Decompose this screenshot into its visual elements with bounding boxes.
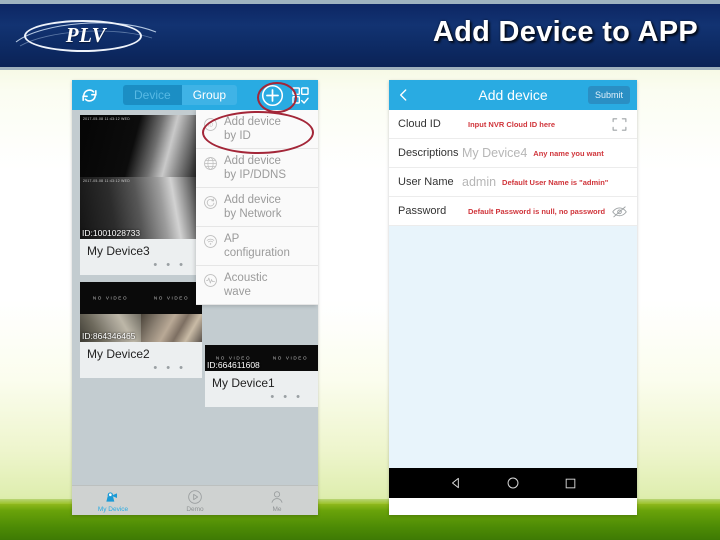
field-label: User Name (398, 176, 454, 188)
right-phone-screenshot: Add device Submit Cloud ID Input NVR Clo… (389, 80, 637, 515)
network-icon (204, 196, 217, 209)
slide-header: PLV Add Device to APP (0, 0, 720, 70)
camera-tile[interactable]: NO VIDEO (262, 345, 318, 371)
menu-item-add-by-network[interactable]: Add device by Network (196, 188, 318, 227)
camera-tile[interactable]: NO VIDEO (141, 282, 202, 314)
tab-label: My Device (97, 505, 129, 513)
form-row-descriptions[interactable]: Descriptions My Device4 Any name you wan… (389, 139, 637, 168)
field-label: Password (398, 205, 447, 217)
field-annotation: Input NVR Cloud ID here (468, 119, 556, 129)
field-label: Cloud ID (398, 118, 441, 130)
tab-me[interactable]: Me (236, 489, 318, 514)
device-card[interactable]: 2017-05-08 11:43:12 WED 2017-05-08 11:43… (80, 115, 202, 275)
menu-item-acoustic-wave[interactable]: Acoustic wave (196, 266, 318, 305)
device-id: ID:864346465 (82, 331, 136, 341)
menu-item-label: AP configuration (224, 233, 290, 259)
device-card[interactable]: NO VIDEO NO VIDEO ID:864346465 My Device… (80, 282, 202, 378)
device-id: ID:1001028733 (82, 228, 141, 238)
tab-group[interactable]: Group (181, 85, 238, 105)
form-row-user-name[interactable]: User Name admin Default User Name is "ad… (389, 168, 637, 197)
add-device-menu[interactable]: ID Add device by ID Add device by IP/DDN… (196, 110, 318, 305)
submit-button[interactable]: Submit (587, 86, 630, 104)
camera-tile[interactable]: ID:864346465 (80, 314, 141, 342)
tile-timestamp: 2017-05-08 11:43:12 WED (83, 117, 130, 121)
home-circle-icon[interactable] (506, 476, 520, 490)
camera-tile[interactable]: 2017-05-08 11:43:12 WED ID:1001028733 (80, 177, 202, 239)
wifi-icon (204, 235, 217, 248)
form-row-password[interactable]: Password Default Password is null, no pa… (389, 197, 637, 226)
menu-item-add-by-id[interactable]: ID Add device by ID (196, 110, 318, 149)
camera-tile[interactable]: NO VIDEO (80, 282, 141, 314)
device-more-button[interactable]: • • • (205, 390, 318, 407)
device-name: My Device3 (87, 244, 150, 258)
globe-icon (204, 157, 217, 170)
refresh-icon[interactable] (80, 86, 99, 105)
bottom-tab-bar: My Device Demo Me (72, 485, 318, 515)
field-annotation: Any name you want (533, 148, 604, 158)
device-thumbnails: 2017-05-08 11:43:12 WED 2017-05-08 11:43… (80, 115, 202, 239)
left-app-bar: Device Group (72, 80, 318, 110)
no-video-label: NO VIDEO (272, 355, 309, 361)
form-empty-area (389, 226, 637, 468)
menu-item-label: Acoustic wave (224, 272, 268, 298)
svg-text:ID: ID (208, 123, 213, 129)
qr-scan-icon[interactable] (291, 86, 310, 105)
device-list: 2017-05-08 11:43:12 WED 2017-05-08 11:43… (72, 110, 318, 485)
tab-label: Me (272, 505, 282, 513)
device-id: ID:664611608 (207, 360, 260, 370)
back-triangle-icon[interactable] (449, 476, 463, 490)
device-thumbnails: NO VIDEO NO VIDEO ID:864346465 (80, 282, 202, 342)
device-more-button[interactable]: • • • (80, 258, 202, 275)
android-nav-bar-right (389, 468, 637, 498)
right-app-bar: Add device Submit (389, 80, 637, 110)
camera-tile[interactable]: NO VIDEO ID:664611608 (205, 345, 262, 371)
camera-tile[interactable]: 2017-05-08 11:43:12 WED (80, 115, 202, 177)
field-annotation: Default Password is null, no password (468, 206, 606, 216)
plv-logo: PLV (14, 14, 160, 58)
slide-canvas: PLV Add Device to APP Device Group 2017-… (0, 0, 720, 540)
form-row-cloud-id[interactable]: Cloud ID Input NVR Cloud ID here (389, 110, 637, 139)
device-thumbnails: NO VIDEO ID:664611608 NO VIDEO (205, 345, 318, 371)
scan-frame-icon[interactable] (611, 116, 628, 133)
device-name: My Device1 (212, 376, 275, 390)
field-value[interactable]: My Device4 (462, 146, 527, 160)
field-label: Descriptions (398, 147, 459, 159)
tab-device[interactable]: Device (123, 85, 182, 105)
camera-tile[interactable] (141, 314, 202, 342)
device-card[interactable]: NO VIDEO ID:664611608 NO VIDEO My Device… (205, 345, 318, 407)
no-video-label: NO VIDEO (153, 295, 190, 301)
device-name: My Device2 (87, 347, 150, 361)
device-group-segmented-control[interactable]: Device Group (123, 85, 238, 105)
tab-my-device[interactable]: My Device (72, 489, 154, 514)
logo-text: PLV (65, 23, 107, 47)
menu-item-label: Add device by Network (224, 194, 282, 220)
field-annotation: Default User Name is "admin" (502, 177, 609, 187)
no-video-label: NO VIDEO (92, 295, 129, 301)
tab-label: Demo (186, 505, 204, 513)
menu-item-label: Add device by ID (224, 116, 281, 142)
plus-circle-icon[interactable] (261, 84, 284, 107)
field-value[interactable]: admin (462, 175, 496, 189)
menu-item-add-by-ip-ddns[interactable]: Add device by IP/DDNS (196, 149, 318, 188)
person-icon (271, 490, 283, 503)
sound-wave-icon (204, 274, 217, 287)
tile-timestamp: 2017-05-08 11:43:12 WED (83, 179, 130, 183)
left-phone-screenshot: Device Group 2017-05-08 11:43:12 WED 201… (72, 80, 318, 515)
id-badge-icon: ID (204, 118, 217, 131)
add-device-form: Cloud ID Input NVR Cloud ID here Descrip… (389, 110, 637, 468)
camera-icon (106, 492, 117, 502)
page-title: Add Device to APP (432, 16, 698, 48)
device-more-button[interactable]: • • • (80, 361, 202, 378)
recents-square-icon[interactable] (564, 477, 577, 490)
play-circle-icon (188, 489, 202, 504)
menu-item-label: Add device by IP/DDNS (224, 155, 286, 181)
eye-slash-icon[interactable] (611, 203, 628, 220)
tab-demo[interactable]: Demo (154, 489, 236, 514)
menu-item-ap-configuration[interactable]: AP configuration (196, 227, 318, 266)
